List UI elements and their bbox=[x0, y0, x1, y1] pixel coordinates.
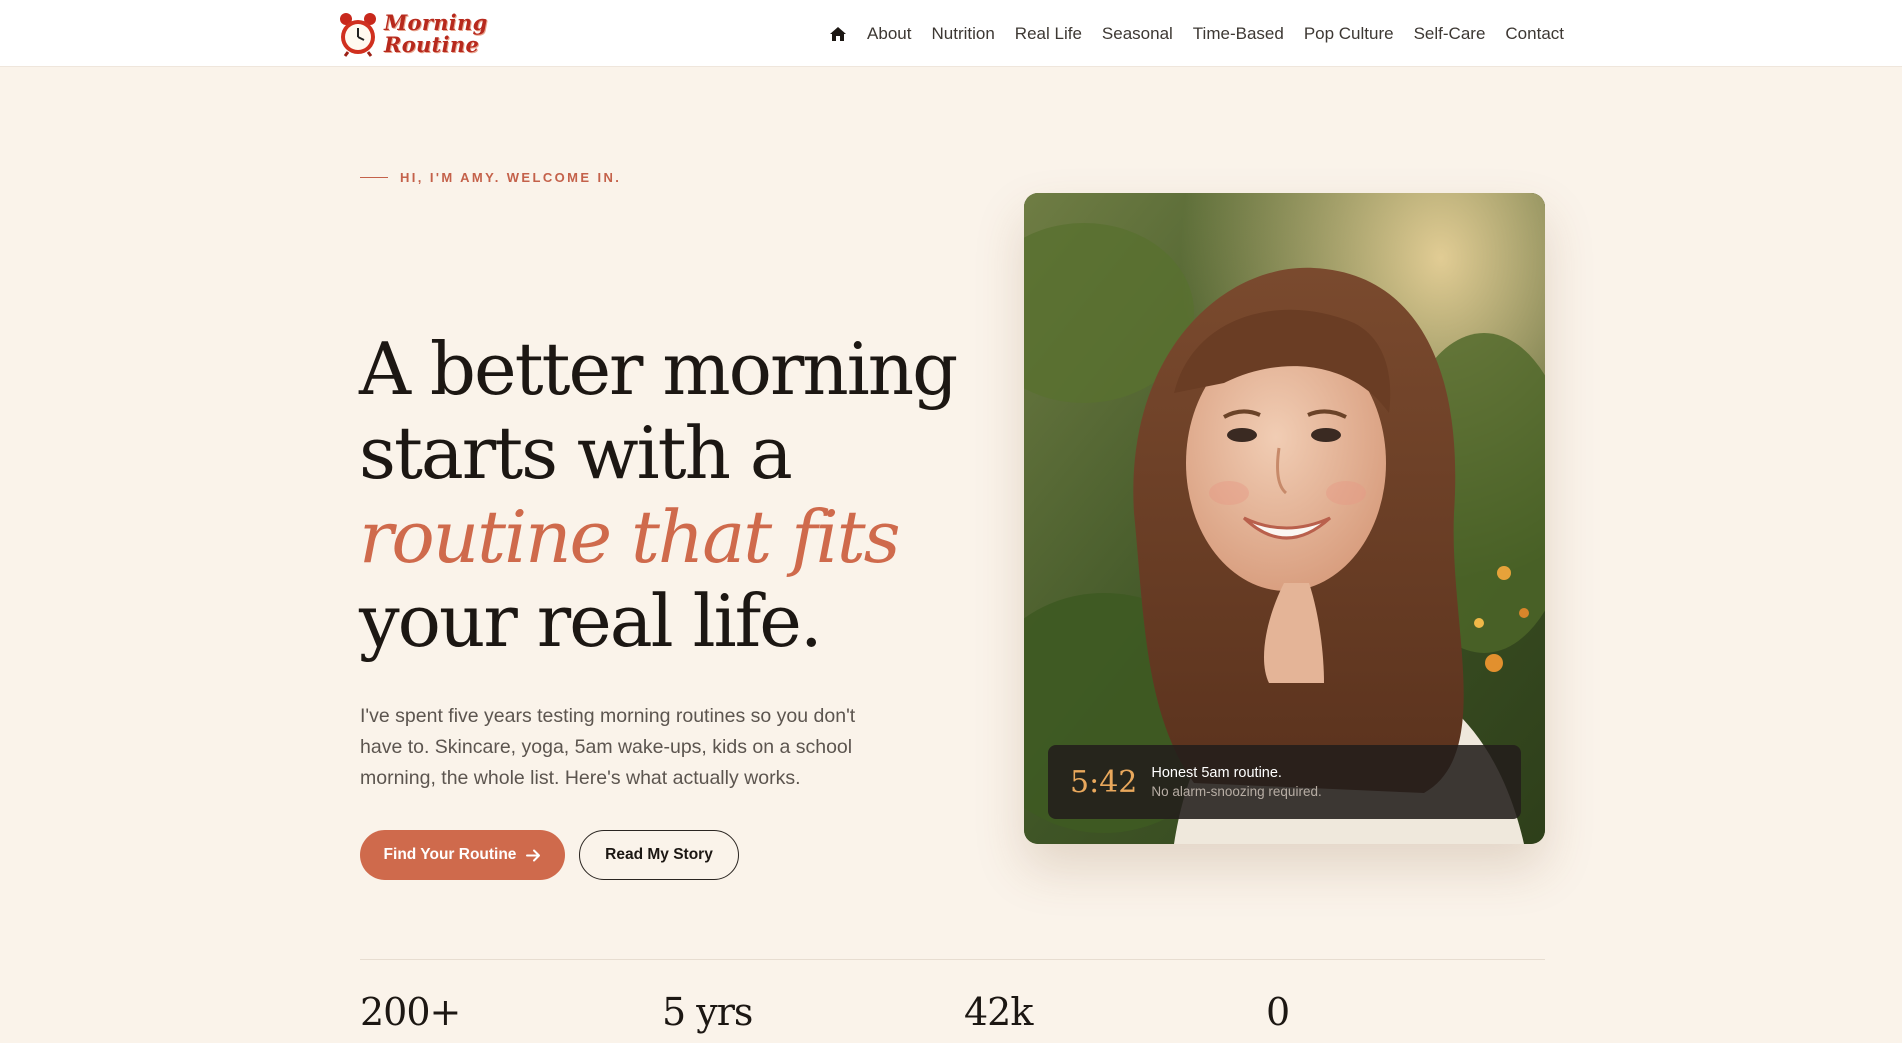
find-your-routine-label: Find Your Routine bbox=[383, 846, 517, 863]
site-logo[interactable]: Morning Routine bbox=[338, 8, 498, 60]
eyebrow-text: HI, I'M AMY. WELCOME IN. bbox=[400, 170, 622, 185]
hero-description: I've spent five years testing morning ro… bbox=[360, 705, 856, 789]
badge-title: Honest 5am routine. bbox=[1151, 765, 1282, 781]
hero-title-line-2: starts with a bbox=[359, 411, 793, 495]
badge-subtitle: No alarm-snoozing required. bbox=[1151, 784, 1322, 799]
stat-years: 5 yrs bbox=[662, 990, 753, 1034]
nav-pop-culture[interactable]: Pop Culture bbox=[1304, 24, 1394, 44]
nav-home-link[interactable] bbox=[829, 25, 847, 43]
logo-line-1: Morning bbox=[384, 10, 488, 35]
arrow-right-icon bbox=[526, 849, 541, 861]
hero-title-line-1: A better morning bbox=[359, 327, 958, 411]
logo-wordmark: Morning Routine bbox=[384, 12, 488, 56]
hero-eyebrow: HI, I'M AMY. WELCOME IN. bbox=[360, 170, 621, 185]
nav-seasonal[interactable]: Seasonal bbox=[1102, 24, 1173, 44]
alarm-clock-icon bbox=[340, 13, 376, 57]
nav-nutrition[interactable]: Nutrition bbox=[931, 24, 994, 44]
nav-real-life[interactable]: Real Life bbox=[1015, 24, 1082, 44]
nav-self-care[interactable]: Self-Care bbox=[1414, 24, 1486, 44]
stat-routines: 200+ bbox=[360, 990, 461, 1034]
stats-divider bbox=[360, 959, 1545, 960]
read-my-story-button[interactable]: Read My Story bbox=[579, 830, 739, 880]
find-your-routine-button[interactable]: Find Your Routine bbox=[360, 830, 565, 880]
hero-title-line-4: your real life. bbox=[359, 579, 823, 663]
nav-time-based[interactable]: Time-Based bbox=[1193, 24, 1284, 44]
stat-zero: 0 bbox=[1266, 990, 1290, 1034]
nav-about[interactable]: About bbox=[867, 24, 911, 44]
stat-readers: 42k bbox=[964, 990, 1033, 1034]
eyebrow-line bbox=[360, 176, 388, 179]
hero-title: A better morning starts with a routine t… bbox=[359, 327, 958, 663]
badge-text: Honest 5am routine. No alarm-snoozing re… bbox=[1151, 765, 1321, 799]
home-icon bbox=[830, 26, 847, 41]
badge-time: 5:42 bbox=[1070, 764, 1138, 800]
main-nav: About Nutrition Real Life Seasonal Time-… bbox=[829, 0, 1564, 67]
nav-contact[interactable]: Contact bbox=[1505, 24, 1564, 44]
hero-title-accent: routine that fits bbox=[359, 495, 901, 579]
time-badge: 5:42 Honest 5am routine. No alarm-snoozi… bbox=[1048, 745, 1521, 819]
site-header: Morning Routine About Nutrition Real Lif… bbox=[0, 0, 1902, 67]
hero-photo: 5:42 Honest 5am routine. No alarm-snoozi… bbox=[1024, 193, 1545, 844]
logo-line-2: Routine bbox=[384, 32, 480, 57]
